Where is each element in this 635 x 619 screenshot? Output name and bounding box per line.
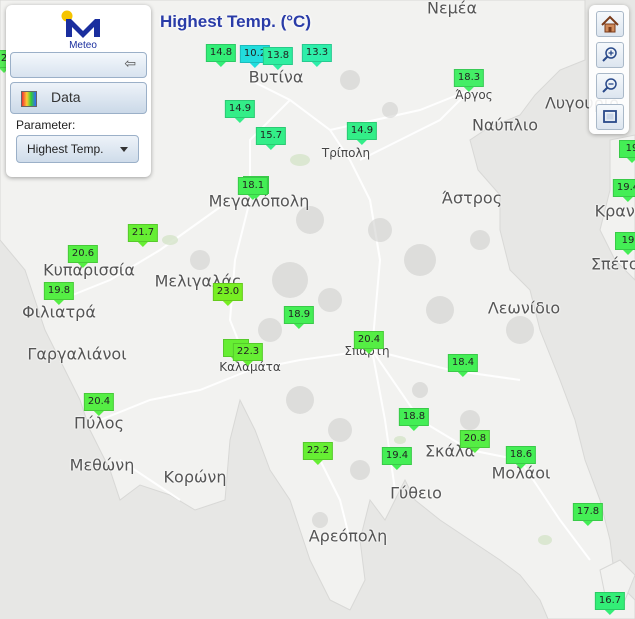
control-panel: Meteo ⇦ Data Parameter: Highest Temp. [6,5,151,177]
station-marker[interactable]: 18.8 [398,408,430,431]
palette-icon [21,91,37,107]
zoom-extent-button[interactable] [596,104,624,130]
meteo-logo-icon [61,10,100,38]
station-marker[interactable]: 20.4 [83,393,115,416]
parameter-label: Parameter: [16,118,76,132]
meteo-logo: Meteo [58,9,108,51]
place-label: Τρίπολη [321,146,371,160]
station-marker[interactable]: 19 [619,140,635,163]
place-label: Γύθειο [390,483,442,503]
station-marker[interactable]: 14.8 [205,44,237,67]
station-marker[interactable]: 20.8 [459,430,491,453]
station-marker[interactable]: 16.7 [594,592,626,615]
back-arrow-icon: ⇦ [124,56,136,72]
zoom-out-icon [602,78,617,93]
station-marker[interactable]: 18.1 [237,177,269,200]
place-label: Άστρος [441,188,503,208]
place-label: Γαργαλιάνοι [27,344,127,364]
station-marker[interactable]: 18.9 [283,306,315,329]
zoom-toolbar [589,5,629,134]
station-marker[interactable]: 18.3 [453,69,485,92]
station-marker[interactable]: 23.0 [212,283,244,306]
place-label: Αρεόπολη [308,526,388,546]
station-marker[interactable]: 19.4 [381,447,413,470]
station-marker[interactable]: 17.8 [572,503,604,526]
station-marker[interactable]: 13.3 [301,44,333,67]
zoom-out-button[interactable] [596,73,624,99]
place-label: Κρανίδι [594,201,635,221]
station-marker[interactable]: 20.6 [67,245,99,268]
home-button[interactable] [596,11,624,37]
place-label: Ναύπλιο [471,115,539,135]
chevron-down-icon [120,147,128,152]
zoom-in-icon [602,47,617,62]
place-label: Πύλος [74,413,124,433]
station-marker[interactable]: 21.7 [127,224,159,247]
station-marker[interactable]: 15.7 [255,127,287,150]
parameter-select-value: Highest Temp. [27,142,104,156]
back-button[interactable]: ⇦ [10,52,147,78]
place-label: Κορώνη [163,467,227,487]
data-button[interactable]: Data [10,82,147,114]
place-label: Λεωνίδιο [487,298,561,318]
station-marker[interactable]: 18.6 [505,446,537,469]
logo-text: Meteo [69,40,97,51]
place-label: Μεθώνη [69,455,135,475]
station-marker[interactable]: 18.4 [447,354,479,377]
zoom-extent-icon [603,110,617,123]
place-label: Νεμέα [427,0,477,18]
station-marker[interactable]: 13.8 [262,47,294,70]
place-label: Φιλιατρά [22,302,96,322]
data-button-label: Data [51,89,81,105]
station-marker[interactable]: 19.8 [43,282,75,305]
station-marker[interactable]: 14.9 [346,122,378,145]
station-marker[interactable]: 20.4 [353,331,385,354]
station-marker[interactable]: 19 [615,232,635,255]
place-label: Σπέτσες [590,254,635,274]
zoom-in-button[interactable] [596,42,624,68]
map-title: Highest Temp. (°C) [160,12,311,31]
parameter-select[interactable]: Highest Temp. [16,135,139,163]
station-marker[interactable]: 14.9 [224,100,256,123]
station-marker[interactable]: 22.3 [232,343,264,366]
station-marker[interactable]: 19.4 [612,179,635,202]
station-marker[interactable]: 22.2 [302,442,334,465]
place-label: Βυτίνα [248,67,304,87]
home-icon [601,15,619,33]
